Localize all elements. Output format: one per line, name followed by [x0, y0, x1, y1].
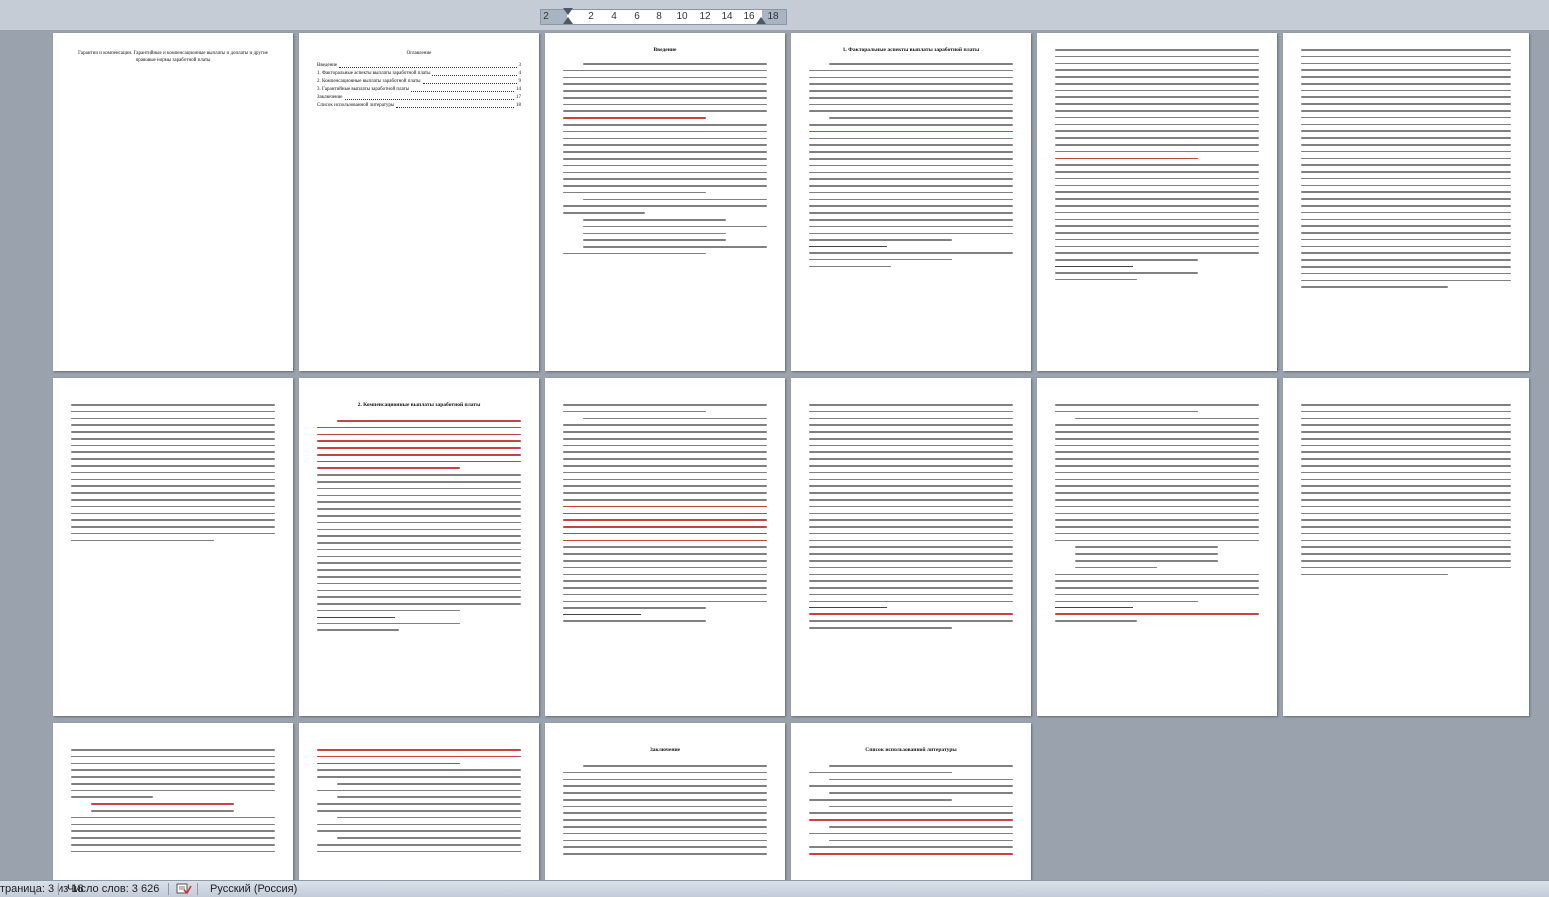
- body-text: [1055, 404, 1259, 627]
- page-thumbnail-13[interactable]: [53, 723, 293, 883]
- page-thumbnail-11[interactable]: [1037, 378, 1277, 716]
- page-thumbnail-1[interactable]: Гарантии и компенсации. Гарантийные и ко…: [53, 33, 293, 371]
- page-thumbnail-2[interactable]: Оглавление Введение 3 1. Факторальные асп…: [299, 33, 539, 371]
- body-text: [1055, 49, 1259, 286]
- ruler-tick: 14: [721, 11, 733, 22]
- page-thumbnail-7[interactable]: [53, 378, 293, 716]
- body-text: [809, 63, 1013, 272]
- ruler-tick: 8: [656, 11, 662, 22]
- left-indent-marker[interactable]: [563, 17, 573, 24]
- section-heading: Заключение: [649, 747, 681, 753]
- toc-entry[interactable]: Введение 3: [317, 62, 521, 70]
- title-page-heading: Гарантии и компенсации. Гарантийные и ко…: [78, 51, 268, 63]
- toc-entry[interactable]: 1. Факторальные аспекты выплаты заработн…: [317, 70, 521, 78]
- page-thumbnail-12[interactable]: [1283, 378, 1529, 716]
- section-heading: 1. Факторальные аспекты выплаты заработн…: [842, 47, 980, 53]
- page-thumbnail-6[interactable]: [1283, 33, 1529, 371]
- toc-heading: Оглавление: [406, 51, 432, 56]
- ruler-tick: 6: [634, 11, 640, 22]
- section-heading: 2. Компенсационные выплаты заработной пл…: [357, 402, 481, 408]
- horizontal-ruler[interactable]: 2 2 4 6 8 10 12 14 16 18: [540, 9, 787, 25]
- body-text: [563, 63, 767, 260]
- toc-entry[interactable]: 3. Гарантийные выплаты заработной платы 1…: [317, 86, 521, 94]
- page-thumbnail-16[interactable]: Список использованной литературы: [791, 723, 1031, 883]
- body-text: [317, 420, 521, 636]
- status-separator: [168, 883, 169, 895]
- section-heading: Введение: [653, 47, 677, 53]
- table-of-contents: Введение 3 1. Факторальные аспекты выплат…: [317, 62, 521, 110]
- ruler-tick: 4: [611, 11, 617, 22]
- body-text: [1301, 49, 1511, 293]
- ruler-tick: 18: [767, 11, 779, 22]
- first-line-indent-marker[interactable]: [563, 8, 573, 15]
- body-text: [563, 765, 767, 860]
- page-thumbnail-14[interactable]: [299, 723, 539, 883]
- page-thumbnail-3[interactable]: Введение: [545, 33, 785, 371]
- section-heading: Список использованной литературы: [865, 747, 957, 753]
- page-thumbnail-8[interactable]: 2. Компенсационные выплаты заработной пл…: [299, 378, 539, 716]
- bibliography-list: [809, 765, 1013, 860]
- ruler-tick: 16: [743, 11, 755, 22]
- status-separator: [58, 883, 59, 895]
- toc-entry[interactable]: 2. Компенсационные выплаты заработной пл…: [317, 78, 521, 86]
- toc-entry[interactable]: Заключение 17: [317, 94, 521, 102]
- toc-entry[interactable]: Список использованной литературы 18: [317, 102, 521, 110]
- body-text: [1301, 404, 1511, 580]
- right-indent-marker[interactable]: [756, 17, 766, 24]
- body-text: [809, 404, 1013, 634]
- page-thumbnail-15[interactable]: Заключение: [545, 723, 785, 883]
- language-indicator[interactable]: Русский (Россия): [210, 883, 297, 895]
- body-text: [563, 404, 767, 627]
- page-thumbnail-9[interactable]: [545, 378, 785, 716]
- body-text: [317, 749, 521, 858]
- ruler-tick: 2: [588, 11, 594, 22]
- body-text: [71, 749, 275, 858]
- body-text: [71, 404, 275, 546]
- status-separator: [197, 883, 198, 895]
- ruler-tick: 10: [676, 11, 688, 22]
- page-thumbnail-5[interactable]: [1037, 33, 1277, 371]
- page-thumbnail-4[interactable]: 1. Факторальные аспекты выплаты заработн…: [791, 33, 1031, 371]
- word-count[interactable]: Число слов: 3 626: [67, 883, 159, 895]
- status-bar: Страница: 3 из 18 Число слов: 3 626 Русс…: [0, 880, 1549, 897]
- spelling-check-icon[interactable]: [176, 882, 192, 895]
- ruler-tick: 12: [699, 11, 711, 22]
- ruler-tick: 2: [543, 11, 549, 22]
- page-thumbnail-10[interactable]: [791, 378, 1031, 716]
